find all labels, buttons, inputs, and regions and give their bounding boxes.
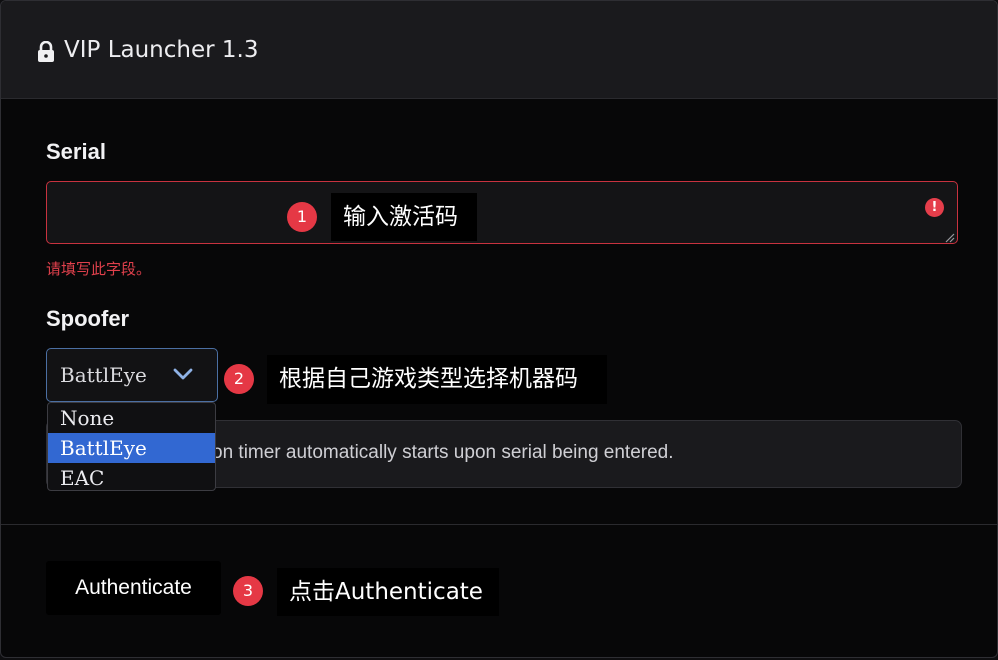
lock-icon — [38, 41, 54, 62]
info-text: on timer automatically starts upon seria… — [212, 442, 674, 463]
launcher-window: VIP Launcher 1.3 Serial ! 请填写此字段。 1 输入激活… — [0, 0, 998, 658]
spoofer-option-none[interactable]: None — [48, 403, 215, 433]
window-header: VIP Launcher 1.3 — [1, 1, 997, 99]
serial-label: Serial — [46, 139, 106, 164]
footer-divider — [1, 524, 997, 525]
window-title: VIP Launcher 1.3 — [64, 37, 259, 63]
resize-handle-icon[interactable] — [945, 233, 955, 243]
annotation-badge-3: 3 — [233, 576, 263, 606]
chevron-down-icon — [173, 368, 193, 380]
spoofer-select[interactable]: BattlEye — [46, 348, 218, 402]
annotation-label-2: 根据自己游戏类型选择机器码 — [267, 355, 607, 404]
annotation-label-3: 点击Authenticate — [277, 568, 499, 616]
authenticate-button[interactable]: Authenticate — [46, 561, 221, 615]
annotation-badge-2: 2 — [224, 364, 254, 394]
serial-validation-message: 请填写此字段。 — [46, 260, 152, 278]
serial-input[interactable] — [46, 181, 958, 244]
spoofer-dropdown-list: None BattlEye EAC — [47, 402, 216, 491]
spoofer-option-battleye[interactable]: BattlEye — [48, 433, 215, 463]
annotation-label-1: 输入激活码 — [331, 193, 477, 241]
alert-circle-icon: ! — [925, 198, 944, 217]
spoofer-selected-value: BattlEye — [60, 363, 147, 387]
spoofer-option-eac[interactable]: EAC — [48, 463, 215, 490]
spoofer-label: Spoofer — [46, 306, 130, 331]
annotation-badge-1: 1 — [287, 202, 317, 232]
